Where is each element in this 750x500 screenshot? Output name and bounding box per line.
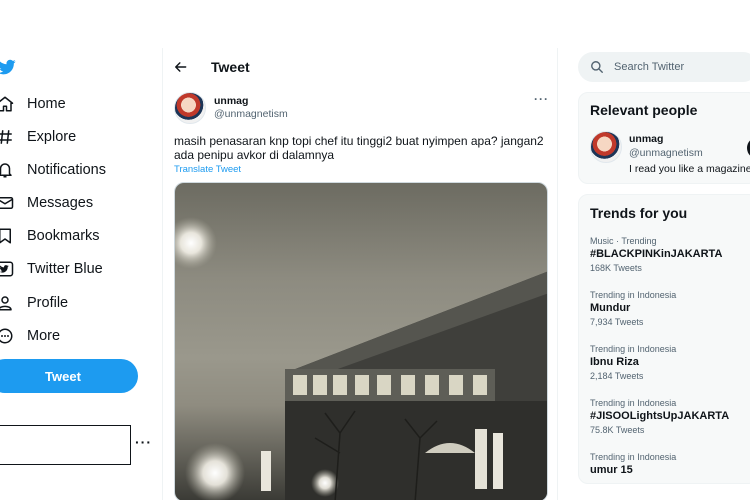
relevant-person-avatar[interactable] (590, 131, 622, 163)
nav-label-profile: Profile (27, 295, 69, 311)
trend-context: Trending in Indonesia (590, 344, 677, 354)
trend-item[interactable]: Trending in Indonesia #JISOOLightsUpJAKA… (590, 398, 750, 435)
relevant-person-handle[interactable]: @unmagnetism (629, 147, 703, 159)
trend-name: Mundur (590, 302, 631, 314)
account-more-icon[interactable]: ··· (135, 434, 152, 450)
nav-item-bookmarks[interactable]: Bookmarks (0, 223, 100, 249)
trends-panel: Trends for you Music · Trending #BLACKPI… (578, 194, 750, 484)
trend-count: 2,184 Tweets (590, 371, 644, 381)
trend-name: umur 15 (590, 464, 633, 476)
bell-icon (0, 163, 12, 178)
hashtag-icon (0, 130, 12, 144)
tweet-button[interactable]: Tweet (0, 359, 138, 393)
trend-item[interactable]: Trending in Indonesia Mundur 7,934 Tweet… (590, 290, 750, 327)
twitter-logo-icon[interactable] (0, 58, 16, 76)
trends-title: Trends for you (590, 205, 688, 221)
trend-context: Music · Trending (590, 236, 657, 246)
tweet-photo-image (175, 217, 547, 500)
trend-context: Trending in Indonesia (590, 452, 677, 462)
nav-item-messages[interactable]: Messages (0, 190, 93, 216)
trend-item[interactable]: Trending in Indonesia umur 15 (590, 452, 750, 476)
home-icon (0, 96, 14, 112)
trend-count: 168K Tweets (590, 263, 642, 273)
trend-context: Trending in Indonesia (590, 398, 677, 408)
right-sidebar: Relevant people unmag @unmagnetism I rea… (578, 0, 750, 500)
author-name[interactable]: unmag (214, 95, 248, 107)
tweet-more-icon[interactable]: ··· (534, 92, 549, 106)
nav-label-home: Home (27, 96, 66, 112)
tweet-text: masih penasaran knp topi chef itu tinggi… (174, 134, 544, 162)
trend-item[interactable]: Trending in Indonesia Ibnu Riza 2,184 Tw… (590, 344, 750, 381)
trend-name: #BLACKPINKinJAKARTA (590, 248, 723, 260)
main-column: Tweet unmag @unmagnetism ··· masih penas… (162, 48, 558, 500)
search-box[interactable] (578, 52, 750, 82)
more-circle-icon (0, 328, 13, 344)
search-input[interactable] (614, 58, 750, 76)
person-icon (0, 296, 12, 311)
back-arrow-icon[interactable] (174, 60, 188, 74)
trend-count: 7,934 Tweets (590, 317, 644, 327)
author-avatar[interactable] (174, 92, 206, 124)
account-switcher[interactable] (0, 425, 131, 465)
nav-label-bookmarks: Bookmarks (27, 228, 100, 244)
trend-item[interactable]: Music · Trending #BLACKPINKinJAKARTA 168… (590, 236, 750, 273)
nav-label-notifications: Notifications (27, 162, 106, 178)
twitter-blue-icon (0, 261, 14, 277)
nav-item-notifications[interactable]: Notifications (0, 157, 106, 183)
nav-item-home[interactable]: Home (0, 91, 66, 117)
page-title: Tweet (211, 59, 250, 75)
search-icon (591, 61, 603, 73)
relevant-person-name[interactable]: unmag (629, 133, 663, 145)
nav-item-more[interactable]: More (0, 323, 60, 349)
nav-item-profile[interactable]: Profile (0, 290, 68, 316)
nav-label-explore: Explore (27, 129, 77, 145)
trend-name: Ibnu Riza (590, 356, 639, 368)
nav-label-more: More (27, 328, 61, 344)
relevant-people-title: Relevant people (590, 102, 698, 118)
trend-context: Trending in Indonesia (590, 290, 677, 300)
envelope-icon (0, 197, 14, 209)
tweet-photo[interactable] (174, 182, 548, 500)
nav-item-twitter-blue[interactable]: Twitter Blue (0, 256, 103, 282)
left-navigation: Home Explore Notifications Messages Book… (0, 0, 162, 500)
relevant-people-panel: Relevant people unmag @unmagnetism I rea… (578, 92, 750, 184)
nav-item-explore[interactable]: Explore (0, 124, 76, 150)
nav-label-messages: Messages (27, 195, 94, 211)
trend-name: #JISOOLightsUpJAKARTA (590, 410, 730, 422)
trend-count: 75.8K Tweets (590, 425, 645, 435)
translate-tweet-link[interactable]: Translate Tweet (174, 164, 241, 175)
relevant-person-bio: I read you like a magazine w (629, 163, 750, 175)
author-handle[interactable]: @unmagnetism (214, 108, 288, 120)
main-header: Tweet (163, 48, 557, 88)
bookmark-icon (0, 228, 11, 244)
nav-label-twitter-blue: Twitter Blue (27, 261, 103, 277)
